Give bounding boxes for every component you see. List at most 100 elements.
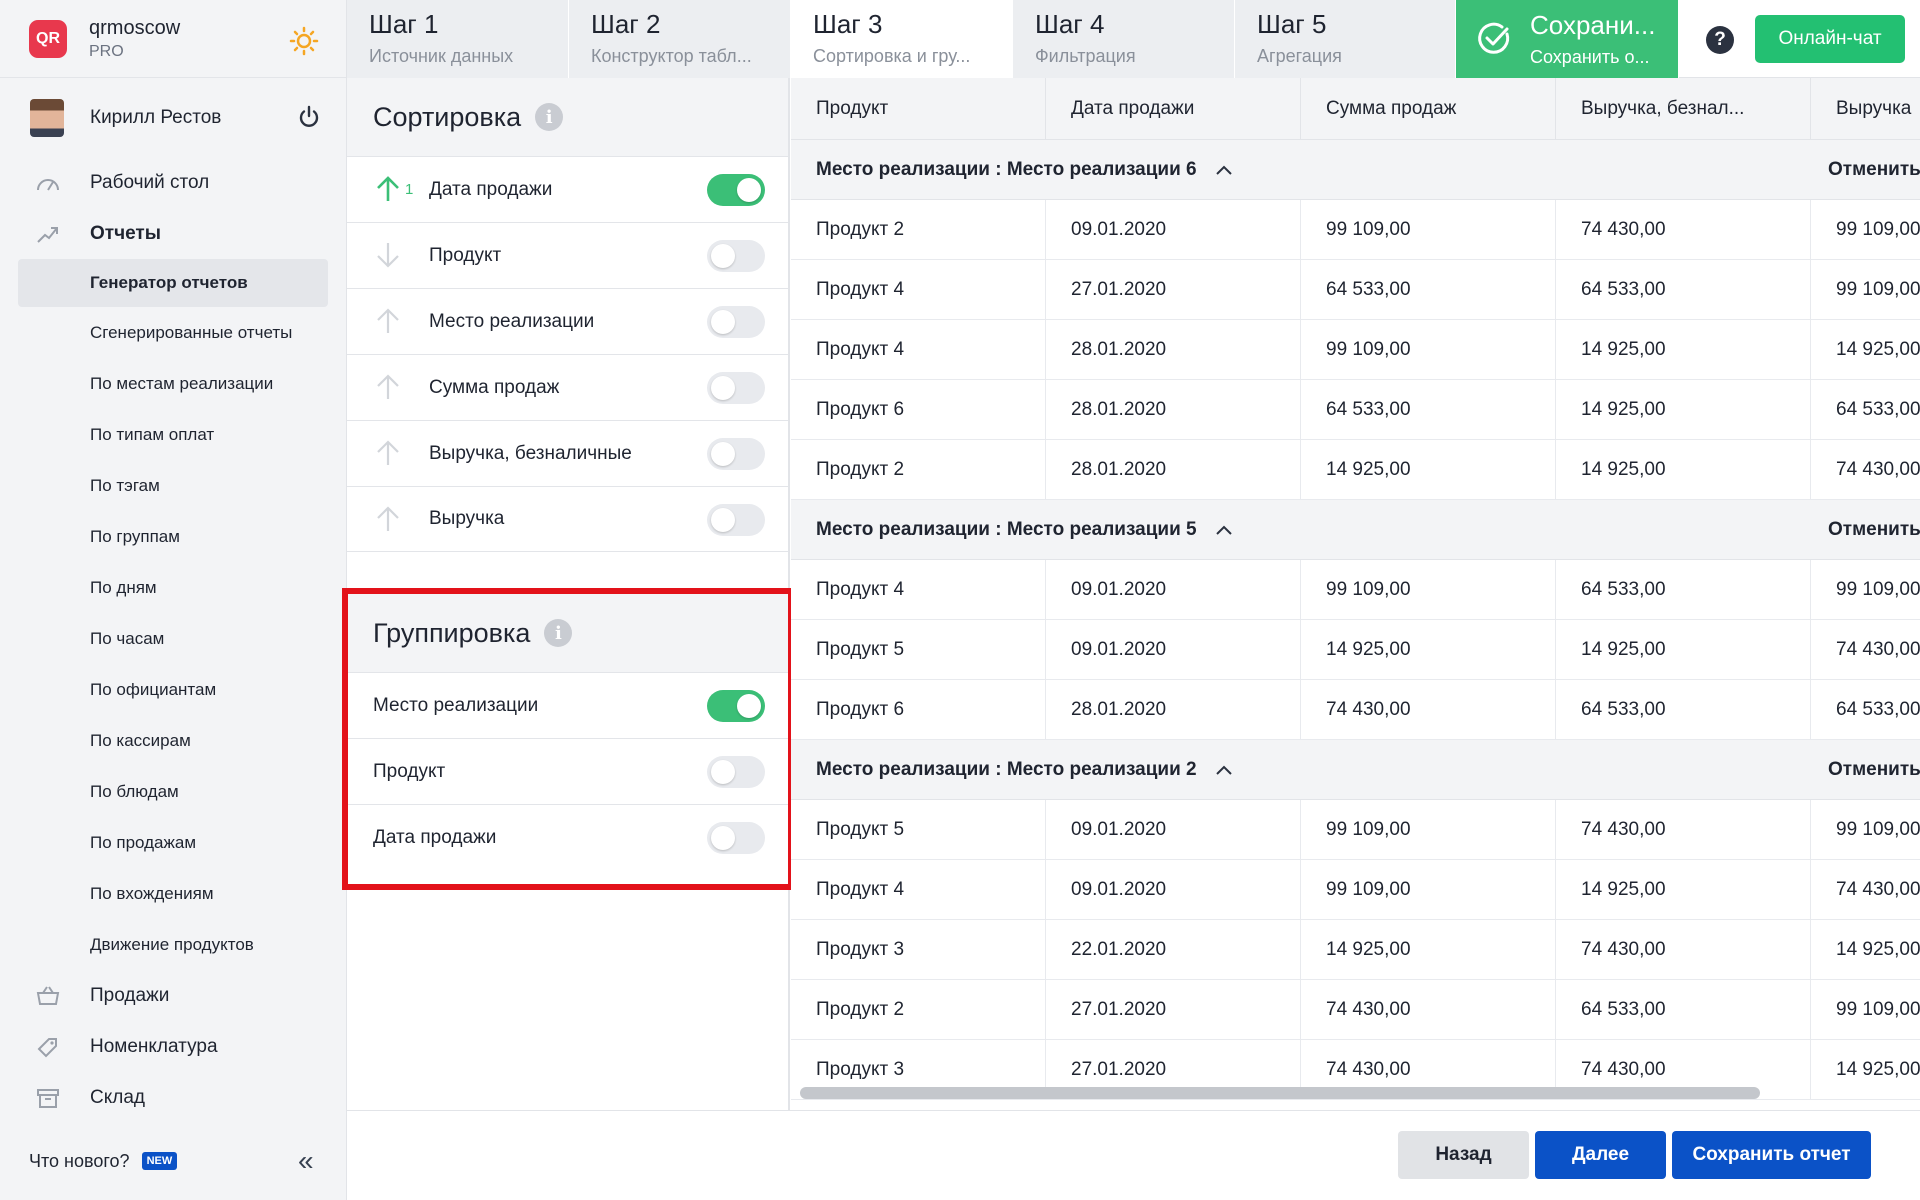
sort-toggle-product[interactable] <box>707 240 765 272</box>
table-row: Продукт 3 22.01.2020 14 925,00 74 430,00 14 … <box>791 920 1920 980</box>
sidebar-item-product-movement[interactable]: Движение продуктов <box>0 919 346 970</box>
table-cell: 09.01.2020 <box>1046 800 1301 859</box>
tab-save-step[interactable]: Сохрани... Сохранить о... <box>1456 0 1679 78</box>
sidebar-item-sales[interactable]: Продажи <box>0 970 346 1021</box>
cancel-group-link[interactable]: Отменить <box>1828 159 1920 181</box>
table-cell: Продукт 5 <box>791 620 1046 679</box>
horizontal-scrollbar[interactable] <box>800 1087 1760 1099</box>
dashboard-icon <box>37 179 59 191</box>
step-subtitle: Фильтрация <box>1035 46 1136 66</box>
step-subtitle: Источник данных <box>369 46 514 66</box>
sort-row-label: Сумма продаж <box>429 376 560 398</box>
sidebar-item-by-dishes[interactable]: По блюдам <box>0 766 346 817</box>
table-cell: Продукт 4 <box>791 320 1046 379</box>
tab-step-3[interactable]: Шаг 3 Сортировка и гру... <box>791 0 1013 78</box>
group-row[interactable]: Место реализации : Место реализации 6 Отм… <box>791 140 1920 200</box>
basket-icon <box>36 986 60 1005</box>
sidebar-item-by-waiters[interactable]: По официантам <box>0 664 346 715</box>
tab-step-2[interactable]: Шаг 2 Конструктор табл... <box>569 0 791 78</box>
sort-ascending-icon[interactable] <box>375 307 401 335</box>
user-profile[interactable]: Кирилл Рестов <box>0 78 346 157</box>
table-cell: 14 925,00 <box>1556 440 1811 499</box>
power-icon[interactable] <box>297 105 321 129</box>
cancel-group-link[interactable]: Отменить <box>1828 759 1920 781</box>
sidebar-item-by-entries[interactable]: По вхождениям <box>0 868 346 919</box>
table-cell: 09.01.2020 <box>1046 200 1301 259</box>
step-title: Шаг 3 <box>813 9 883 39</box>
sort-row-revenue: Выручка <box>347 486 788 552</box>
sort-toggle-sale-date[interactable] <box>707 174 765 206</box>
sort-ascending-icon[interactable] <box>375 505 401 533</box>
chevron-up-icon[interactable] <box>1215 764 1233 776</box>
save-report-button[interactable]: Сохранить отчет <box>1672 1131 1871 1179</box>
step-title: Шаг 4 <box>1035 9 1105 39</box>
sorting-header: Сортировка i <box>347 78 788 156</box>
table-row: Продукт 2 27.01.2020 74 430,00 64 533,00 99 … <box>791 980 1920 1040</box>
group-row[interactable]: Место реализации : Место реализации 5 Отм… <box>791 500 1920 560</box>
reports-icon <box>37 227 58 243</box>
brand-header: QR qrmoscow PRO <box>0 0 346 78</box>
column-header[interactable]: Сумма продаж <box>1301 78 1556 139</box>
sidebar-item-by-days[interactable]: По дням <box>0 562 346 613</box>
column-header[interactable]: Выручка <box>1811 78 1920 139</box>
sidebar-item-by-tags[interactable]: По тэгам <box>0 460 346 511</box>
column-header[interactable]: Дата продажи <box>1046 78 1301 139</box>
avatar <box>30 98 64 137</box>
sidebar-item-by-locations[interactable]: По местам реализации <box>0 358 346 409</box>
sidebar-item-label: Отчеты <box>90 222 161 244</box>
sidebar-item-by-cashiers[interactable]: По кассирам <box>0 715 346 766</box>
sidebar-item-by-hours[interactable]: По часам <box>0 613 346 664</box>
sort-toggle-revenue[interactable] <box>707 504 765 536</box>
sidebar-item-nomenclature[interactable]: Номенклатура <box>0 1021 346 1072</box>
table-cell: 74 430,00 <box>1556 920 1811 979</box>
whats-new[interactable]: Что нового? NEW « <box>0 1122 346 1200</box>
chevron-up-icon[interactable] <box>1215 524 1233 536</box>
sort-toggle-cashless-revenue[interactable] <box>707 438 765 470</box>
cancel-group-link[interactable]: Отменить <box>1828 519 1920 541</box>
sort-ascending-icon[interactable] <box>375 439 401 467</box>
column-header[interactable]: Продукт <box>791 78 1046 139</box>
table-cell: 14 925,00 <box>1811 920 1920 979</box>
tab-step-1[interactable]: Шаг 1 Источник данных <box>347 0 569 78</box>
sidebar-item-warehouse[interactable]: Склад <box>0 1072 346 1123</box>
sort-ascending-icon[interactable] <box>375 373 401 401</box>
sort-toggle-location[interactable] <box>707 306 765 338</box>
table-cell: 74 430,00 <box>1811 860 1920 919</box>
step-title: Шаг 1 <box>369 9 439 39</box>
tab-step-5[interactable]: Шаг 5 Агрегация <box>1235 0 1456 78</box>
sidebar-item-generated-reports[interactable]: Сгенерированные отчеты <box>0 307 346 358</box>
tab-step-4[interactable]: Шаг 4 Фильтрация <box>1013 0 1235 78</box>
sort-row-label: Выручка, безналичные <box>429 442 632 464</box>
sort-ascending-icon[interactable] <box>375 175 401 203</box>
collapse-sidebar-icon[interactable]: « <box>298 1147 314 1175</box>
table-cell: 64 533,00 <box>1301 260 1556 319</box>
sidebar-item-report-generator[interactable]: Генератор отчетов <box>18 259 328 307</box>
help-icon[interactable]: ? <box>1706 26 1734 54</box>
preview-table: Продукт Дата продажи Сумма продаж Выручк… <box>791 78 1920 1110</box>
sidebar-item-by-groups[interactable]: По группам <box>0 511 346 562</box>
footer-actions: Назад Далее Сохранить отчет <box>347 1110 1920 1200</box>
sidebar-item-by-sales[interactable]: По продажам <box>0 817 346 868</box>
sun-icon[interactable] <box>289 26 319 56</box>
sidebar-item-dashboard[interactable]: Рабочий стол <box>0 157 346 208</box>
sidebar-item-reports[interactable]: Отчеты <box>0 208 346 259</box>
sort-row-sales-sum: Сумма продаж <box>347 354 788 420</box>
step-title: Шаг 2 <box>591 9 661 39</box>
chevron-up-icon[interactable] <box>1215 164 1233 176</box>
sidebar-item-by-payment-types[interactable]: По типам оплат <box>0 409 346 460</box>
online-chat-button[interactable]: Онлайн-чат <box>1755 15 1905 63</box>
column-header[interactable]: Выручка, безнал... <box>1556 78 1811 139</box>
table-cell: 99 109,00 <box>1301 560 1556 619</box>
sort-toggle-sales-sum[interactable] <box>707 372 765 404</box>
table-cell: 14 925,00 <box>1301 440 1556 499</box>
sort-descending-icon[interactable] <box>375 241 401 269</box>
info-icon[interactable]: i <box>535 103 564 131</box>
next-button[interactable]: Далее <box>1535 1131 1666 1179</box>
sort-row-label: Продукт <box>429 244 502 266</box>
table-row: Продукт 6 28.01.2020 64 533,00 14 925,00 64 … <box>791 380 1920 440</box>
new-badge: NEW <box>141 1152 178 1170</box>
table-cell: 28.01.2020 <box>1046 380 1301 439</box>
box-icon <box>37 1089 59 1108</box>
group-row[interactable]: Место реализации : Место реализации 2 Отм… <box>791 740 1920 800</box>
back-button[interactable]: Назад <box>1398 1131 1529 1179</box>
